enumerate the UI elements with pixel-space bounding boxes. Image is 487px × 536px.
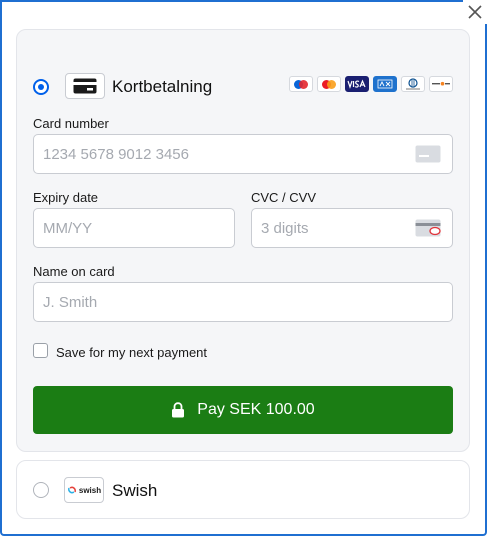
save-payment-checkbox[interactable] xyxy=(33,343,48,358)
card-method-radio[interactable] xyxy=(33,79,49,95)
visa-logo xyxy=(345,76,369,92)
diners-club-logo xyxy=(401,76,425,92)
swish-logo: swish xyxy=(64,477,104,503)
name-on-card-label: Name on card xyxy=(33,264,115,279)
close-button[interactable] xyxy=(463,0,487,24)
card-method-title: Kortbetalning xyxy=(112,77,213,96)
swish-logo-mark xyxy=(67,486,76,494)
discover-logo xyxy=(429,76,453,92)
card-number-input[interactable] xyxy=(33,134,453,174)
name-on-card-input[interactable] xyxy=(33,282,453,322)
swish-logo-text: swish xyxy=(78,485,102,495)
cvc-label: CVC / CVV xyxy=(251,190,317,205)
card-placeholder-icon xyxy=(415,145,441,163)
swish-method-radio[interactable] xyxy=(33,482,49,498)
pay-button[interactable]: Pay SEK 100.00 xyxy=(33,386,453,434)
expiry-date-input[interactable] xyxy=(33,208,235,248)
close-icon xyxy=(468,5,482,19)
credit-card-icon xyxy=(73,78,97,94)
pay-button-label: Pay SEK 100.00 xyxy=(197,401,315,418)
amex-logo xyxy=(373,76,397,92)
swish-method-title: Swish xyxy=(112,481,158,500)
expiry-date-label: Expiry date xyxy=(33,190,99,205)
cvc-hint-icon xyxy=(415,219,441,237)
maestro-logo xyxy=(289,76,313,92)
card-method-icon-box xyxy=(65,73,105,99)
save-payment-label: Save for my next payment xyxy=(56,345,208,360)
lock-icon xyxy=(172,402,185,418)
card-brand-logos xyxy=(289,76,453,92)
mastercard-logo xyxy=(317,76,341,92)
card-number-label: Card number xyxy=(33,116,109,131)
